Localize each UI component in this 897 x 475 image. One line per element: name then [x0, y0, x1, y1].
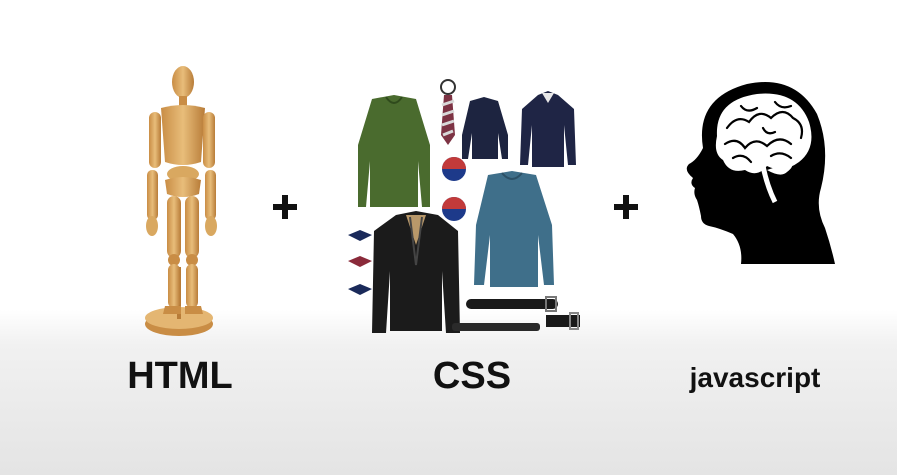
- plus-sign-1: [273, 195, 297, 219]
- html-label: HTML: [127, 355, 233, 397]
- plus-sign-2: [614, 195, 638, 219]
- javascript-label: javascript: [689, 362, 821, 393]
- clothing-illustration: [342, 75, 587, 337]
- css-label: CSS: [432, 355, 512, 397]
- mannequin-illustration: [135, 62, 225, 340]
- brain-head-illustration: [675, 78, 835, 268]
